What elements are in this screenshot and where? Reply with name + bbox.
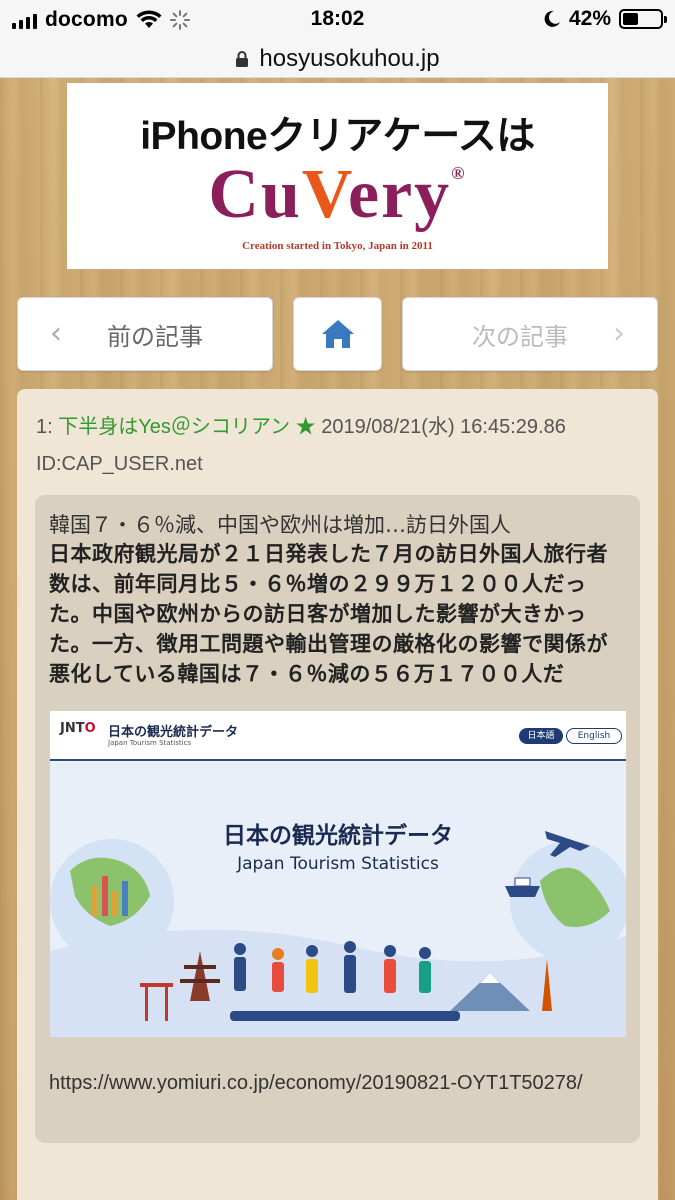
post-id: ID:CAP_USER.net [36,453,203,475]
jnto-logo: JNTO [60,721,96,736]
url-text: hosyusokuhou.jp [259,44,440,72]
home-icon [321,320,354,348]
chevron-left-icon: ‹ [50,316,62,351]
post-number: 1: [36,416,53,438]
prev-article-label: 前の記事 [107,322,203,351]
jnto-header-subtitle: Japan Tourism Statistics [108,739,192,747]
post-author[interactable]: 下半身はYes＠シコリアン ★ [58,416,315,438]
jnto-main-subtitle: Japan Tourism Statistics [237,854,439,874]
ad-tagline: Creation started in Tokyo, Japan in 2011 [242,240,433,252]
prev-article-button[interactable]: ‹ 前の記事 [17,297,273,371]
ad-brand-logo: CuVery® [208,156,467,233]
quote-body: 日本政府観光局が２１日発表した７月の訪日外国人旅行者数は、前年同月比５・６％増の… [49,542,608,686]
status-bar: docomo 18:02 42% [0,0,675,40]
lang-english-button: English [566,728,622,744]
ad-banner[interactable]: iPhoneクリアケースは CuVery® Creation started i… [67,83,608,269]
lock-icon [236,50,249,67]
jnto-main-title: 日本の観光統計データ [223,823,453,849]
moon-icon [544,10,560,27]
quoted-article: 韓国７・６％減、中国や欧州は増加…訪日外国人 日本政府観光局が２１日発表した７月… [35,495,640,1143]
quote-title: 韓国７・６％減、中国や欧州は増加…訪日外国人 [49,513,511,537]
jnto-header-title: 日本の観光統計データ [108,725,239,740]
embedded-image[interactable]: JNTO 日本の観光統計データ Japan Tourism Statistics… [50,711,626,1037]
ad-headline: iPhoneクリアケースは [140,115,535,158]
post-date: 2019/08/21(水) 16:45:29.86 [321,416,566,438]
post-header: 1: 下半身はYes＠シコリアン ★ 2019/08/21(水) 16:45:2… [36,409,646,483]
lang-japanese-button: 日本語 [519,728,563,744]
home-button[interactable] [293,297,382,371]
address-bar[interactable]: hosyusokuhou.jp [0,40,675,78]
chevron-right-icon: › [613,316,625,351]
source-link[interactable]: https://www.yomiuri.co.jp/economy/201908… [49,1067,629,1099]
next-article-label: 次の記事 [472,322,568,351]
battery-percent: 42% [568,7,611,30]
next-article-button[interactable]: 次の記事 › [402,297,658,371]
battery-icon [619,9,667,29]
post-panel: 1: 下半身はYes＠シコリアン ★ 2019/08/21(水) 16:45:2… [17,389,658,1200]
